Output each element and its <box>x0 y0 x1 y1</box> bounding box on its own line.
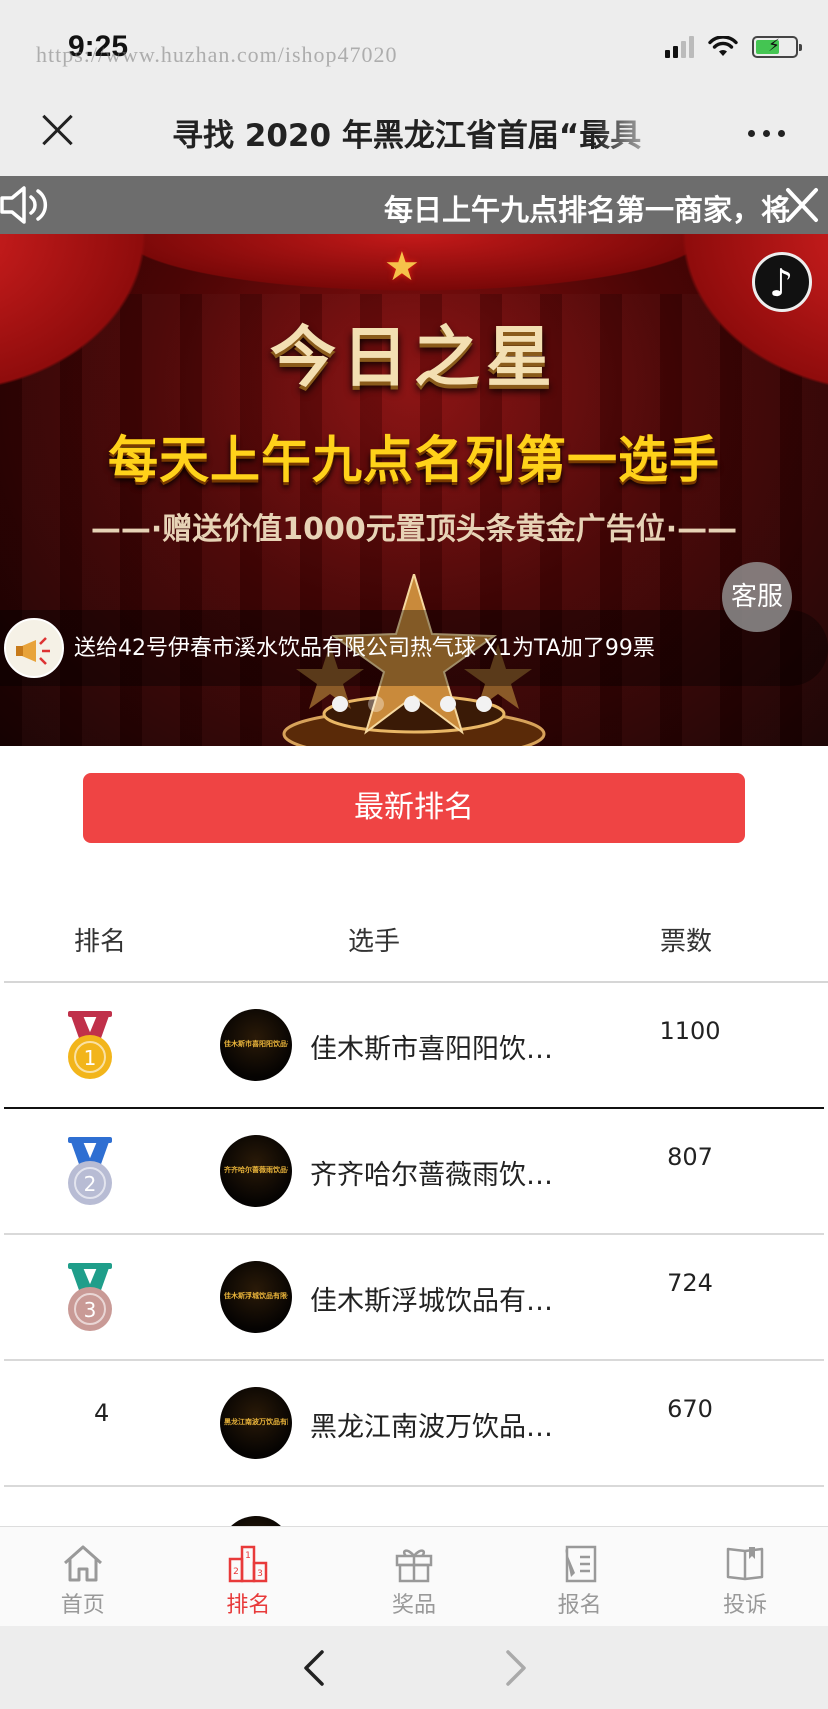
gift-avatar <box>4 618 64 678</box>
wifi-icon <box>708 36 738 56</box>
player-avatar[interactable]: 黑龙江南波万饮品有限公司 <box>220 1387 292 1459</box>
table-row[interactable]: 1 佳木斯市喜阳阳饮品有限公司 佳木斯市喜阳阳饮… 1100 <box>4 983 824 1109</box>
book-icon <box>726 1547 764 1581</box>
signup-icon <box>564 1545 596 1583</box>
gift-icon <box>395 1549 433 1583</box>
gold-medal-icon: 1 <box>68 1011 112 1079</box>
table-row[interactable]: 2 齐齐哈尔蔷薇雨饮品有限公司 齐齐哈尔蔷薇雨饮… 807 <box>4 1109 824 1235</box>
tab-label: 排名 <box>226 1593 271 1618</box>
player-avatar[interactable]: 佳木斯市喜阳阳饮品有限公司 <box>220 1009 292 1081</box>
table-row[interactable]: 3 佳木斯浮城饮品有限公司 佳木斯浮城饮品有… 724 <box>4 1235 824 1361</box>
svg-text:2: 2 <box>84 1172 97 1196</box>
tab-label: 首页 <box>60 1593 105 1618</box>
carousel-dots[interactable] <box>332 696 492 712</box>
announcement-marquee: 每日上午九点排名第一商家，将 <box>0 176 828 234</box>
carousel-dot[interactable] <box>404 696 420 712</box>
podium-icon: 1 2 3 <box>229 1545 268 1583</box>
player-name[interactable]: 佳木斯浮城饮品有… <box>310 1279 553 1318</box>
gift-message-text: 送给42号伊春市溪水饮品有限公司热气球 X1为TA加了99票 <box>74 636 655 661</box>
music-note-icon: ♪ <box>769 261 794 305</box>
status-icons: ⚡ <box>665 36 802 58</box>
tab-signup[interactable]: 报名 <box>497 1527 663 1626</box>
banner-promo: ——·赠送价值1000元置顶头条黄金广告位·—— <box>90 512 738 547</box>
svg-text:3: 3 <box>258 1569 264 1579</box>
gift-notification: 送给42号伊春市溪水饮品有限公司热气球 X1为TA加了99票 <box>0 610 828 686</box>
silver-medal-icon: 2 <box>68 1137 112 1205</box>
carousel-dot[interactable] <box>332 696 348 712</box>
back-arrow-icon[interactable] <box>296 1648 332 1688</box>
header-votes: 票数 <box>660 927 713 957</box>
tab-label: 报名 <box>557 1593 602 1618</box>
close-button[interactable] <box>36 108 80 152</box>
tab-label: 投诉 <box>723 1593 768 1618</box>
svg-text:1: 1 <box>246 1551 252 1561</box>
latest-ranking-button[interactable]: 最新排名 <box>83 773 745 843</box>
more-menu-button[interactable] <box>748 118 798 148</box>
tab-home[interactable]: 首页 <box>0 1527 166 1626</box>
tab-ranking[interactable]: 1 2 3 排名 <box>166 1527 332 1626</box>
player-avatar[interactable]: 齐齐哈尔蔷薇雨饮品有限公司 <box>220 1135 292 1207</box>
watermark: https://www.huzhan.com/ishop47020 <box>36 42 398 67</box>
player-name[interactable]: 齐齐哈尔蔷薇雨饮… <box>310 1153 553 1192</box>
status-bar: 9:25 https://www.huzhan.com/ishop47020 ⚡ <box>0 0 828 88</box>
header-player: 选手 <box>348 927 401 957</box>
header-rank: 排名 <box>74 927 127 957</box>
tab-label: 奖品 <box>391 1593 436 1618</box>
player-name[interactable]: 佳木斯市喜阳阳饮… <box>310 1027 553 1066</box>
carousel-dot[interactable] <box>440 696 456 712</box>
battery-icon: ⚡ <box>752 36 802 58</box>
table-row[interactable]: 4 黑龙江南波万饮品有限公司 黑龙江南波万饮品… 670 <box>4 1361 824 1487</box>
vote-count: 1100 <box>659 1017 721 1045</box>
banner-subline: 每天上午九点名列第一选手 <box>108 431 720 489</box>
svg-text:1: 1 <box>84 1046 97 1070</box>
player-name[interactable]: 黑龙江南波万饮品… <box>310 1405 553 1444</box>
player-avatar[interactable]: 佳木斯浮城饮品有限公司 <box>220 1261 292 1333</box>
carousel-dot[interactable] <box>368 696 384 712</box>
page-title: 寻找 2020 年黑龙江省首届“最具 <box>172 118 642 154</box>
speaker-icon <box>0 186 48 224</box>
svg-text:2: 2 <box>234 1567 240 1577</box>
vote-count: 807 <box>667 1143 713 1171</box>
bottom-tab-bar: 首页 1 2 3 排名 奖品 报名 投诉 <box>0 1526 828 1626</box>
megaphone-icon <box>16 637 50 665</box>
rank-number: 4 <box>94 1399 110 1427</box>
nav-bar: 寻找 2020 年黑龙江省首届“最具 <box>0 88 828 176</box>
home-icon <box>63 1545 102 1582</box>
forward-arrow-icon[interactable] <box>498 1648 534 1688</box>
carousel-dot[interactable] <box>476 696 492 712</box>
vote-count: 724 <box>667 1269 713 1297</box>
browser-toolbar <box>0 1626 828 1709</box>
tab-prizes[interactable]: 奖品 <box>331 1527 497 1626</box>
music-toggle-button[interactable]: ♪ <box>752 252 812 312</box>
svg-text:3: 3 <box>84 1298 97 1322</box>
star-icon: ★ <box>384 244 420 290</box>
ranking-table-header: 排名 选手 票数 <box>4 905 828 983</box>
marquee-text: 每日上午九点排名第一商家，将 <box>384 193 791 227</box>
bronze-medal-icon: 3 <box>68 1263 112 1331</box>
banner-headline: 今日之星 <box>270 318 558 396</box>
vote-count: 670 <box>667 1395 713 1423</box>
tab-complaint[interactable]: 投诉 <box>662 1527 828 1626</box>
banner-carousel[interactable]: ★ 今日之星 每天上午九点名列第一选手 ——·赠送价值1000元置顶头条黄金广告… <box>0 234 828 746</box>
customer-service-button[interactable]: 客服 <box>722 562 792 632</box>
cellular-signal-icon <box>665 36 694 58</box>
close-icon[interactable] <box>782 184 822 226</box>
